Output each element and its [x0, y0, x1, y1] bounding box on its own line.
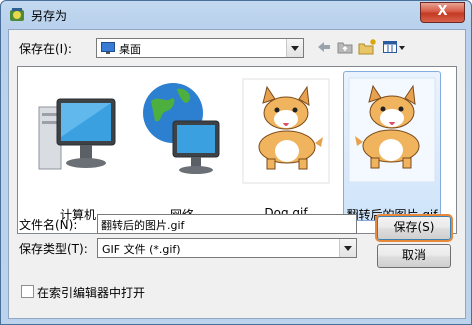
file-item-computer[interactable]: 计算机 — [30, 73, 126, 222]
filename-input[interactable]: 翻转后的图片.gif — [97, 214, 357, 234]
title-bar[interactable]: 另存为 X — [1, 1, 471, 29]
save-button[interactable]: 保存(S) — [377, 216, 451, 240]
filename-label: 文件名(N): — [19, 218, 78, 232]
corgi-thumbnail — [348, 77, 436, 183]
cancel-button[interactable]: 取消 — [377, 244, 451, 268]
network-icon — [143, 83, 220, 174]
save-as-dialog: 另存为 X 保存在(I): 桌面 计算机 Dog.gif 翻转后的图片.gif … — [0, 0, 472, 325]
up-folder-icon[interactable] — [336, 38, 354, 56]
view-menu-icon[interactable] — [382, 38, 408, 56]
file-list[interactable]: 计算机 网络 — [17, 66, 457, 234]
desktop-icon — [101, 42, 115, 54]
open-in-index-editor-label[interactable]: 在索引编辑器中打开 — [37, 284, 145, 301]
chevron-down-icon[interactable] — [339, 239, 356, 257]
close-button[interactable]: X — [420, 2, 465, 23]
filetype-label: 保存类型(T): — [19, 242, 88, 256]
file-item-flipped-gif[interactable]: 翻转后的图片.gif — [343, 71, 441, 222]
chevron-down-icon[interactable] — [286, 39, 303, 57]
window-title: 另存为 — [31, 9, 68, 23]
save-in-value: 桌面 — [119, 43, 141, 56]
computer-icon — [38, 98, 116, 170]
filename-value: 翻转后的图片.gif — [101, 219, 185, 232]
new-folder-icon[interactable] — [358, 38, 378, 56]
dialog-body: 保存在(I): 桌面 计算机 Dog.gif 翻转后的图片.gif 文件名(N)… — [8, 29, 466, 319]
save-in-dropdown[interactable]: 桌面 — [96, 38, 304, 58]
corgi-thumbnail — [242, 78, 330, 184]
filetype-value: GIF 文件 (*.gif) — [102, 243, 181, 256]
back-arrow-icon[interactable] — [315, 38, 333, 56]
save-in-label: 保存在(I): — [19, 42, 72, 56]
app-icon — [10, 8, 24, 21]
file-item-network[interactable]: 网络 — [134, 73, 230, 222]
open-in-index-editor-checkbox[interactable] — [21, 285, 34, 298]
filetype-dropdown[interactable]: GIF 文件 (*.gif) — [97, 238, 357, 258]
file-item-dog-gif[interactable]: Dog.gif — [238, 73, 334, 221]
